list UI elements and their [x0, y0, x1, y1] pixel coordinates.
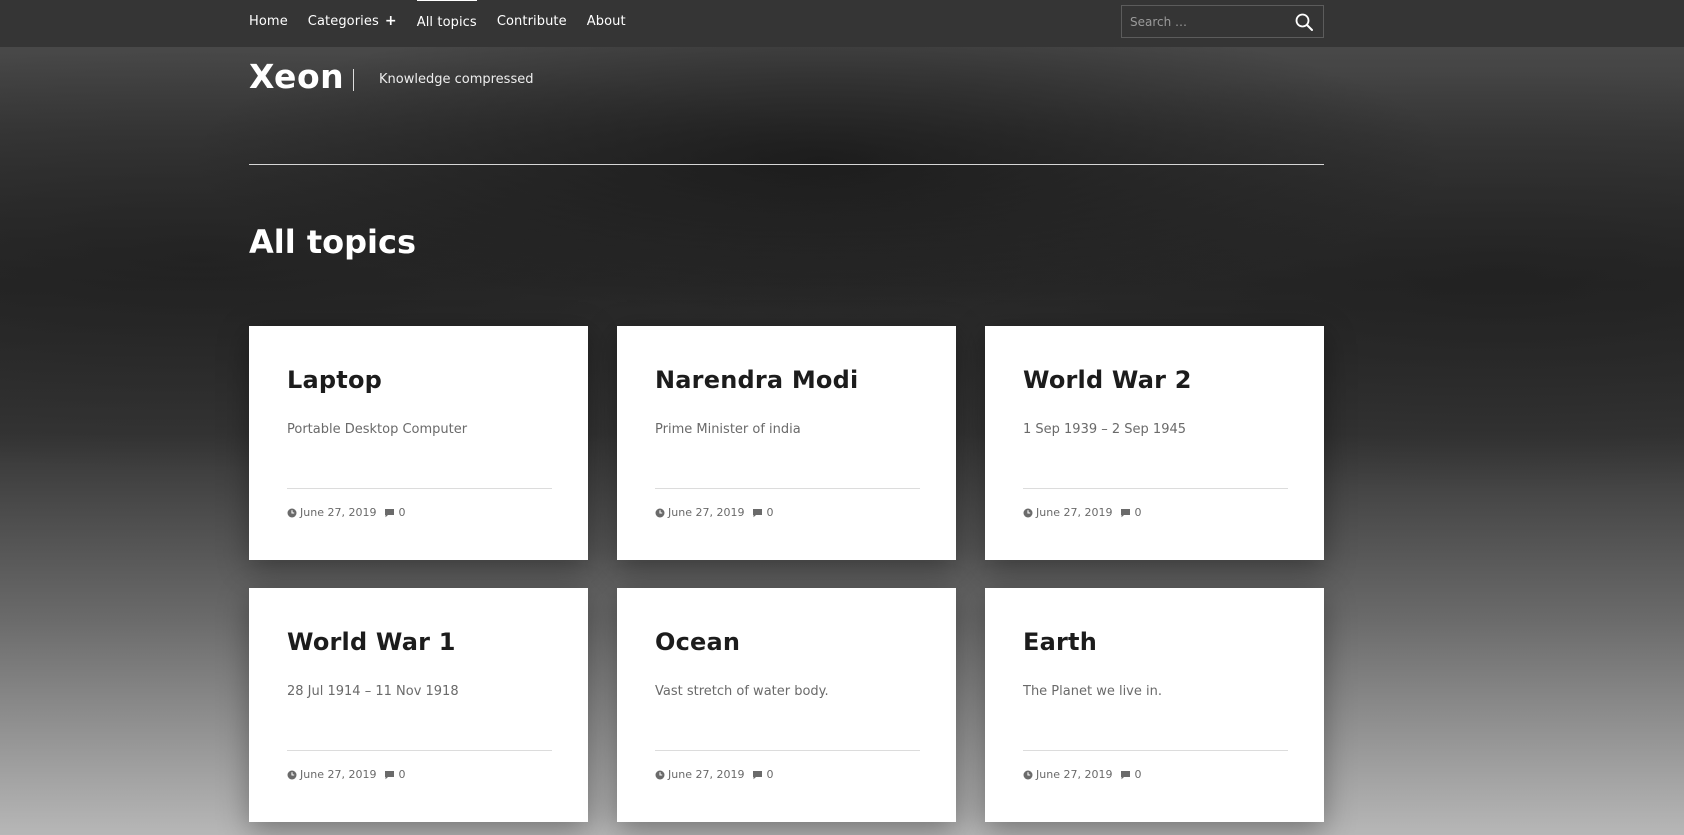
card-divider	[1023, 488, 1288, 489]
nav-contribute-label: Contribute	[496, 14, 567, 29]
post-title[interactable]: Narendra Modi	[655, 366, 858, 394]
post-title[interactable]: World War 1	[287, 628, 456, 656]
comment-count[interactable]: 0	[398, 506, 405, 519]
header-divider	[249, 164, 1324, 165]
nav-all-topics[interactable]: All topics	[416, 0, 477, 47]
nav-home[interactable]: Home	[249, 0, 288, 47]
comment-icon	[1120, 508, 1131, 518]
comment-icon	[752, 508, 763, 518]
nav-about-label: About	[586, 14, 626, 29]
post-date[interactable]: June 27, 2019	[300, 506, 376, 519]
nav-categories[interactable]: Categories +	[308, 0, 397, 47]
search-button[interactable]	[1287, 6, 1321, 37]
card-divider	[287, 488, 552, 489]
post-excerpt: Portable Desktop Computer	[287, 422, 468, 437]
nav-contribute[interactable]: Contribute	[497, 0, 567, 47]
card-divider	[655, 488, 920, 489]
search-input[interactable]	[1122, 6, 1287, 37]
post-excerpt: 28 Jul 1914 – 11 Nov 1918	[287, 684, 459, 699]
post-card[interactable]: World War 1 28 Jul 1914 – 11 Nov 1918 June…	[249, 588, 588, 822]
card-divider	[655, 750, 920, 751]
plus-icon[interactable]: +	[385, 13, 397, 29]
post-title[interactable]: Laptop	[287, 366, 382, 394]
comment-icon	[1120, 770, 1131, 780]
site-title[interactable]: Xeon	[249, 57, 344, 96]
comment-icon	[384, 770, 395, 780]
nav-about[interactable]: About	[587, 0, 626, 47]
post-meta: June 27, 2019 0	[655, 768, 773, 781]
clock-icon	[287, 508, 297, 518]
comment-count[interactable]: 0	[1134, 768, 1141, 781]
site-tagline: Knowledge compressed	[379, 72, 534, 87]
clock-icon	[1023, 770, 1033, 780]
post-title[interactable]: Ocean	[655, 628, 740, 656]
post-meta: June 27, 2019 0	[287, 768, 405, 781]
search-icon	[1295, 13, 1313, 31]
comment-icon	[384, 508, 395, 518]
post-meta: June 27, 2019 0	[655, 506, 773, 519]
nav-categories-label: Categories	[307, 14, 379, 29]
post-card[interactable]: Ocean Vast stretch of water body. June 27,…	[617, 588, 956, 822]
post-date[interactable]: June 27, 2019	[1036, 506, 1112, 519]
comment-count[interactable]: 0	[766, 506, 773, 519]
comment-count[interactable]: 0	[766, 768, 773, 781]
post-meta: June 27, 2019 0	[287, 506, 405, 519]
main-menu: Home Categories + All topics Contribute A…	[249, 0, 646, 47]
card-divider	[287, 750, 552, 751]
comment-count[interactable]: 0	[398, 768, 405, 781]
nav-home-label: Home	[249, 14, 288, 29]
post-meta: June 27, 2019 0	[1023, 768, 1141, 781]
clock-icon	[287, 770, 297, 780]
post-title[interactable]: Earth	[1023, 628, 1097, 656]
post-card[interactable]: Narendra Modi Prime Minister of india June…	[617, 326, 956, 560]
post-card[interactable]: Laptop Portable Desktop Computer June 27, …	[249, 326, 588, 560]
search-form	[1121, 5, 1324, 38]
card-divider	[1023, 750, 1288, 751]
post-title[interactable]: World War 2	[1023, 366, 1192, 394]
post-excerpt: Vast stretch of water body.	[655, 684, 829, 699]
page-title: All topics	[249, 223, 417, 261]
post-meta: June 27, 2019 0	[1023, 506, 1141, 519]
post-card[interactable]: World War 2 1 Sep 1939 – 2 Sep 1945 June 2…	[985, 326, 1324, 560]
title-separator	[353, 69, 354, 91]
post-excerpt: The Planet we live in.	[1023, 684, 1162, 699]
post-date[interactable]: June 27, 2019	[1036, 768, 1112, 781]
top-navigation-bar: Home Categories + All topics Contribute A…	[0, 0, 1684, 47]
post-excerpt: 1 Sep 1939 – 2 Sep 1945	[1023, 422, 1187, 437]
comment-count[interactable]: 0	[1134, 506, 1141, 519]
comment-icon	[752, 770, 763, 780]
nav-all-topics-label: All topics	[416, 15, 477, 30]
post-date[interactable]: June 27, 2019	[668, 506, 744, 519]
post-card[interactable]: Earth The Planet we live in. June 27, 2019…	[985, 588, 1324, 822]
clock-icon	[655, 770, 665, 780]
post-date[interactable]: June 27, 2019	[300, 768, 376, 781]
post-excerpt: Prime Minister of india	[655, 422, 801, 437]
clock-icon	[1023, 508, 1033, 518]
clock-icon	[655, 508, 665, 518]
post-date[interactable]: June 27, 2019	[668, 768, 744, 781]
